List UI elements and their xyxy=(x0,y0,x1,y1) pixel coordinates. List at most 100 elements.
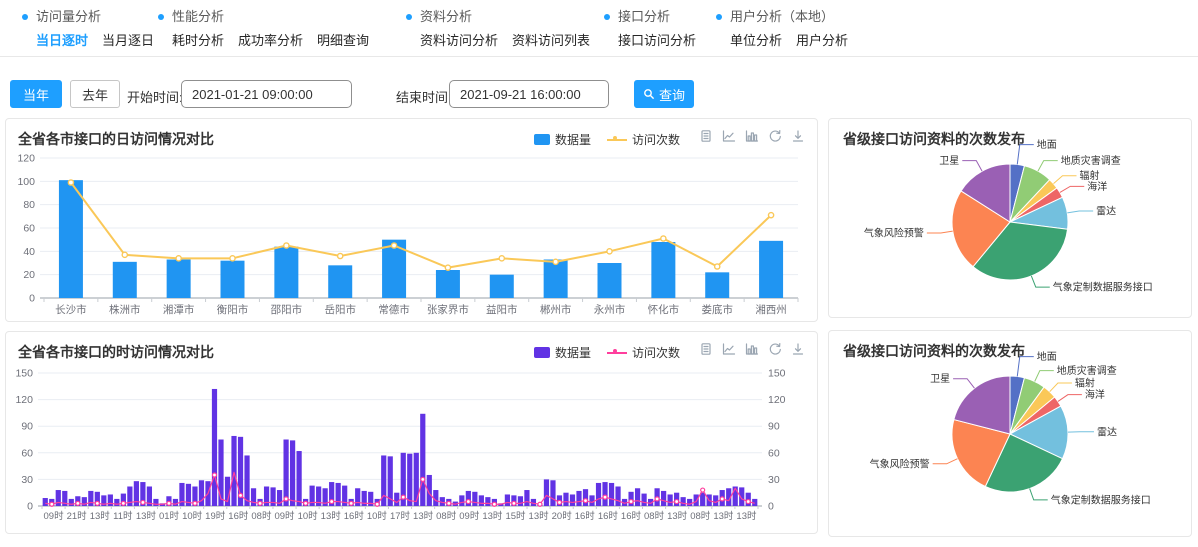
nav-item[interactable]: 明细查询 xyxy=(317,33,369,48)
nav-item[interactable]: 资料访问分析 xyxy=(420,33,498,48)
legend-label: 数据量 xyxy=(555,344,591,361)
svg-text:怀化市: 怀化市 xyxy=(648,303,680,316)
nav-item[interactable]: 单位分析 xyxy=(730,33,782,48)
daily-chart-title: 全省各市接口的日访问情况对比 xyxy=(18,129,214,149)
restore-icon[interactable] xyxy=(768,129,782,143)
nav-item[interactable]: 接口访问分析 xyxy=(618,33,696,48)
svg-text:海洋: 海洋 xyxy=(1085,388,1105,401)
pie-top-title: 省级接口访问资料的次数发布 xyxy=(843,129,1025,149)
pie-bottom-title: 省级接口访问资料的次数发布 xyxy=(843,341,1025,361)
legend-item-data-volume[interactable]: 数据量 xyxy=(534,344,591,361)
svg-text:120: 120 xyxy=(15,394,33,406)
svg-text:90: 90 xyxy=(768,421,780,433)
svg-text:30: 30 xyxy=(21,474,33,486)
svg-text:气象定制数据服务接口: 气象定制数据服务接口 xyxy=(1051,493,1151,506)
nav-group-dot-icon xyxy=(716,14,722,20)
svg-text:邵阳市: 邵阳市 xyxy=(271,303,303,316)
hourly-bar-line-chart: 0030306060909012012015015009时21时13时11时13… xyxy=(6,332,817,533)
nav-group: 性能分析耗时分析成功率分析明细查询 xyxy=(172,9,383,49)
restore-icon[interactable] xyxy=(768,342,782,356)
svg-text:气象风险预警: 气象风险预警 xyxy=(870,457,930,470)
svg-text:湘潭市: 湘潭市 xyxy=(163,303,195,316)
svg-text:13时: 13时 xyxy=(713,510,734,522)
svg-text:120: 120 xyxy=(768,394,786,406)
start-time-input[interactable] xyxy=(181,80,352,108)
download-icon[interactable] xyxy=(791,342,805,356)
bar-series-swatch-icon xyxy=(534,347,550,358)
end-time-label: 结束时间: xyxy=(396,87,452,106)
hourly-chart-legend: 数据量 访问次数 xyxy=(534,344,680,361)
svg-text:永州市: 永州市 xyxy=(594,303,626,316)
search-icon xyxy=(643,88,655,100)
line-series-marker-icon xyxy=(607,348,627,358)
svg-text:10时: 10时 xyxy=(367,510,388,522)
svg-text:13时: 13时 xyxy=(413,510,434,522)
svg-text:13时: 13时 xyxy=(482,510,503,522)
data-view-icon[interactable] xyxy=(699,342,713,356)
svg-text:长沙市: 长沙市 xyxy=(55,303,87,316)
daily-chart-legend: 数据量 访问次数 xyxy=(534,131,680,148)
nav-group: 用户分析（本地）单位分析用户分析 xyxy=(730,9,862,49)
svg-text:地质灾害调查: 地质灾害调查 xyxy=(1061,154,1121,167)
nav-group: 接口分析接口访问分析 xyxy=(618,9,710,49)
nav-group: 访问量分析当日逐时当月逐日 xyxy=(36,9,168,49)
hourly-chart-card: 全省各市接口的时访问情况对比 数据量 访问次数 0030306060909012… xyxy=(5,331,818,534)
svg-text:16时: 16时 xyxy=(575,510,596,522)
top-nav: 访问量分析当日逐时当月逐日性能分析耗时分析成功率分析明细查询资料分析资料访问分析… xyxy=(0,0,1198,57)
nav-group-dot-icon xyxy=(406,14,412,20)
line-chart-icon[interactable] xyxy=(722,342,736,356)
svg-text:地质灾害调查: 地质灾害调查 xyxy=(1057,364,1117,377)
start-time-label: 开始时间: xyxy=(127,87,183,106)
svg-text:衡阳市: 衡阳市 xyxy=(217,303,249,316)
nav-item[interactable]: 当月逐日 xyxy=(102,33,154,48)
nav-item[interactable]: 当日逐时 xyxy=(36,33,88,48)
svg-text:0: 0 xyxy=(29,293,35,305)
legend-item-visit-count[interactable]: 访问次数 xyxy=(607,344,680,361)
daily-bar-line-chart: 020406080100120长沙市株洲市湘潭市衡阳市邵阳市岳阳市常德市张家界市… xyxy=(6,119,817,321)
download-icon[interactable] xyxy=(791,129,805,143)
nav-item[interactable]: 资料访问列表 xyxy=(512,33,590,48)
nav-item[interactable]: 成功率分析 xyxy=(238,33,303,48)
nav-item[interactable]: 用户分析 xyxy=(796,33,848,48)
svg-text:08时: 08时 xyxy=(436,510,457,522)
svg-text:16时: 16时 xyxy=(228,510,249,522)
nav-item[interactable]: 耗时分析 xyxy=(172,33,224,48)
svg-text:16时: 16时 xyxy=(598,510,619,522)
svg-text:13时: 13时 xyxy=(136,510,157,522)
svg-text:08时: 08时 xyxy=(644,510,665,522)
svg-text:19时: 19时 xyxy=(205,510,226,522)
svg-text:益阳市: 益阳市 xyxy=(486,303,518,316)
last-year-button[interactable]: 去年 xyxy=(70,80,120,108)
hourly-chart-toolbox xyxy=(699,342,805,356)
svg-text:30: 30 xyxy=(768,474,780,486)
end-time-input[interactable] xyxy=(449,80,609,108)
svg-text:0: 0 xyxy=(768,501,774,513)
svg-text:0: 0 xyxy=(27,501,33,513)
svg-text:17时: 17时 xyxy=(390,510,411,522)
line-series-marker-icon xyxy=(607,135,627,145)
svg-text:卫星: 卫星 xyxy=(939,155,959,167)
search-button-label: 查询 xyxy=(659,85,685,104)
search-button[interactable]: 查询 xyxy=(634,80,694,108)
svg-text:15时: 15时 xyxy=(505,510,526,522)
svg-text:60: 60 xyxy=(23,223,35,235)
this-year-button[interactable]: 当年 xyxy=(10,80,62,108)
svg-text:地面: 地面 xyxy=(1037,350,1057,363)
line-chart-icon[interactable] xyxy=(722,129,736,143)
svg-text:01时: 01时 xyxy=(159,510,180,522)
svg-text:海洋: 海洋 xyxy=(1087,180,1107,193)
bar-chart-icon[interactable] xyxy=(745,342,759,356)
data-view-icon[interactable] xyxy=(699,129,713,143)
bar-chart-icon[interactable] xyxy=(745,129,759,143)
svg-text:120: 120 xyxy=(17,153,35,165)
nav-group-title: 性能分析 xyxy=(172,9,383,25)
svg-text:150: 150 xyxy=(15,368,33,380)
legend-item-data-volume[interactable]: 数据量 xyxy=(534,131,591,148)
svg-text:150: 150 xyxy=(768,368,786,380)
svg-text:11时: 11时 xyxy=(113,510,133,522)
svg-text:09时: 09时 xyxy=(44,510,65,522)
svg-text:90: 90 xyxy=(21,421,33,433)
legend-item-visit-count[interactable]: 访问次数 xyxy=(607,131,680,148)
nav-group-title: 接口分析 xyxy=(618,9,710,25)
legend-label: 访问次数 xyxy=(632,131,680,148)
